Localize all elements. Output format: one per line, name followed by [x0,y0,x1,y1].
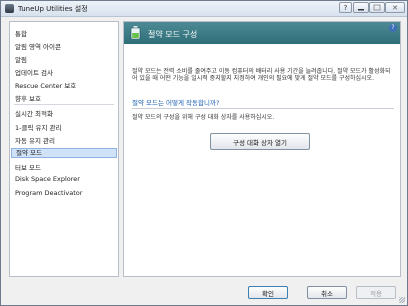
economy-mode-description: 절약 모드는 전력 소비를 줄여주고 이동 컴퓨터의 배터리 사용 기간을 늘려… [132,68,391,82]
sidebar-item-update-check[interactable]: 업데이트 검사 [15,67,53,77]
page-title: 절약 모드 구성 [148,30,198,39]
window-title: TuneUp Utilities 설정 [18,5,88,13]
settings-window: TuneUp Utilities 설정 ? ✕ 통합 알림 영역 아이콘 알림 … [0,0,408,306]
maximize-icon [373,4,381,11]
cancel-button[interactable]: 취소 [307,286,347,299]
close-button[interactable]: ✕ [385,2,405,13]
help-window-button[interactable]: ? [339,2,352,13]
content-divider [132,108,394,109]
ok-button[interactable]: 확인 [248,286,288,299]
help-icon[interactable]: ? [389,24,397,32]
open-config-dialog-button[interactable]: 구성 대화 상자 열기 [210,133,310,150]
app-icon [5,4,14,13]
sidebar-item-tray-icon[interactable]: 알림 영역 아이콘 [15,41,61,51]
resize-grip-icon[interactable] [399,297,405,303]
title-bar: TuneUp Utilities 설정 ? ✕ [1,1,407,17]
settings-sidebar: 통합 알림 영역 아이콘 알림 업데이트 검사 Rescue Center 보호… [9,21,119,277]
settings-content: 절약 모드 구성 ? 절약 모드는 전력 소비를 줄여주고 이동 컴퓨터의 배터… [123,21,401,277]
sidebar-item-live-optimization[interactable]: 실시간 최적화 [15,108,53,118]
sidebar-item-program-deactivator[interactable]: Program Deactivator [15,189,82,197]
sidebar-item-disk-space-explorer[interactable]: Disk Space Explorer [15,175,80,183]
sidebar-item-turbo-mode[interactable]: 터보 모드 [15,162,41,172]
sidebar-item-notifications[interactable]: 알림 [15,54,27,64]
instruction-text: 절약 모드의 구성을 위해 구성 대화 상자를 사용하십시오. [132,114,275,121]
battery-icon [130,26,141,39]
sidebar-item-future-protection[interactable]: 향후 보호 [15,93,41,103]
sidebar-item-one-click-maintenance[interactable]: 1-클릭 유지 관리 [15,122,62,132]
sidebar-separator [14,104,114,105]
minimize-icon [358,9,364,11]
sidebar-item-general[interactable]: 통합 [15,28,27,38]
apply-button[interactable]: 적용 [356,286,396,299]
minimize-button[interactable] [353,2,369,13]
how-it-works-link[interactable]: 절약 모드는 어떻게 작동합니까? [132,97,219,107]
content-header: 절약 모드 구성 ? [124,22,400,44]
sidebar-item-auto-maintenance[interactable]: 자동 유지 관리 [15,135,55,145]
sidebar-item-rescue-center[interactable]: Rescue Center 보호 [15,80,76,90]
maximize-button[interactable] [369,2,385,13]
sidebar-item-economy-mode[interactable]: 절약 모드 [11,148,117,158]
